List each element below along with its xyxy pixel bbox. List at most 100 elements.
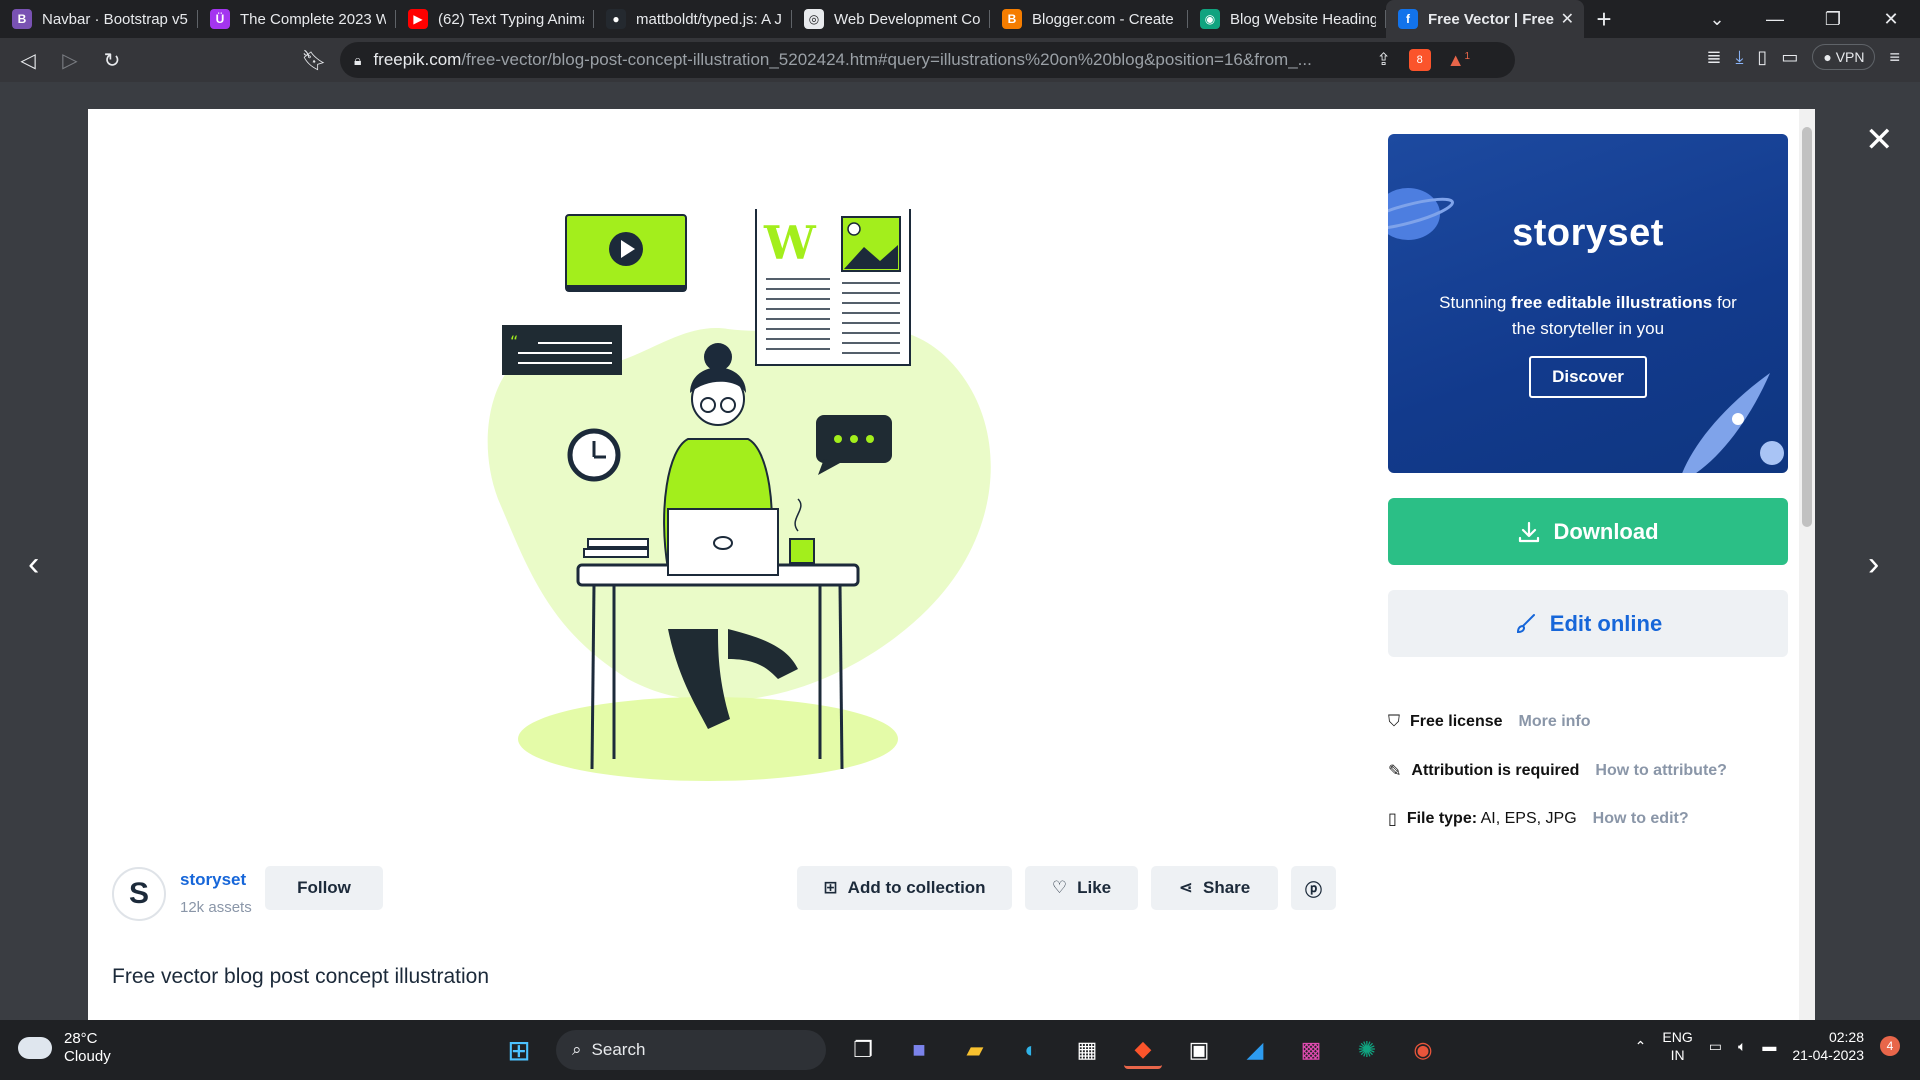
tab-strip: B Navbar · Bootstrap v5.3 Ü The Complete 20… [0,0,1920,38]
toolbar-right: ≣ ⤓ ▯ ▭ ● VPN ≡ [1706,44,1900,70]
filetype-row: ▯ File type: AI, EPS, JPG How to edit? [1388,809,1689,829]
language-indicator[interactable]: ENG IN [1662,1028,1692,1064]
taskbar-search[interactable]: ⌕ Search [556,1030,826,1070]
system-tray: ⌃ ENG IN ▭ 🔈︎ ▬ 02:28 21-04-2023 4 [1635,1028,1900,1064]
maximize-button[interactable]: ❐ [1804,0,1862,38]
promo-tagline: Stunning free editable illustrations for… [1439,293,1737,338]
bootstrap-icon: B [12,9,32,29]
author-name[interactable]: storyset [180,870,246,890]
brave-shields-icon[interactable]: 8 [1408,49,1431,71]
teams-chat-icon[interactable]: ■ [900,1031,938,1069]
network-icon[interactable]: ▭ [1709,1038,1722,1055]
reload-button[interactable]: ↻ [92,42,132,78]
alert-badge: 1 [1464,50,1471,62]
svg-text:“: “ [510,332,518,351]
browser-tab[interactable]: f Free Vector | Free v ✕ [1386,0,1584,38]
lock-icon: 🔒︎ [354,51,362,68]
attribution-label: Attribution is required [1411,762,1580,779]
battery-icon[interactable]: ▬ [1762,1038,1776,1054]
browser-tab[interactable]: B Navbar · Bootstrap v5.3 [0,0,198,38]
store-icon[interactable]: ▦ [1068,1031,1106,1069]
file-icon: ▯ [1388,811,1397,828]
close-tab-icon[interactable]: ✕ [1561,9,1574,29]
windows-start-icon[interactable]: ⊞ [500,1031,538,1069]
how-to-edit-link[interactable]: How to edit? [1593,810,1689,828]
vscode-icon[interactable]: ◢ [1236,1031,1274,1069]
more-info-link[interactable]: More info [1519,713,1591,731]
tab-search-icon[interactable]: ⌄ [1688,0,1746,38]
follow-button[interactable]: Follow [265,866,383,910]
minimize-button[interactable]: — [1746,0,1804,38]
browser-tab[interactable]: B Blogger.com - Create a [990,0,1188,38]
license-row: ⛉ Free license More info [1388,713,1591,731]
notification-badge[interactable]: 4 [1880,1036,1900,1056]
sidebar-icon[interactable]: ▯ [1757,47,1767,68]
vpn-label: VPN [1835,49,1865,65]
new-tab-button[interactable]: + [1584,0,1624,38]
close-modal-icon[interactable]: ✕ [1865,120,1894,160]
next-arrow-icon[interactable]: › [1868,545,1879,584]
brave-icon[interactable]: ◆ [1124,1031,1162,1069]
close-window-button[interactable]: ✕ [1862,0,1920,38]
terminal-icon[interactable]: ▣ [1180,1031,1218,1069]
like-label: Like [1077,878,1112,897]
how-to-attribute-link[interactable]: How to attribute? [1595,762,1727,780]
chevron-up-icon[interactable]: ⌃ [1635,1038,1647,1055]
clock[interactable]: 02:28 21-04-2023 [1792,1028,1864,1064]
browser-toolbar: ◁ ▷ ↻ 🔖︎ 🔒︎ freepik.com/free-vector/blog… [0,38,1920,82]
browser-tab[interactable]: ◎ Web Development Cou [792,0,990,38]
download-button[interactable]: Download [1388,498,1788,565]
edit-online-button[interactable]: Edit online [1388,590,1788,657]
chatgpt-app-icon[interactable]: ✺ [1348,1031,1386,1069]
bookmark-icon[interactable]: 🔖︎ [294,42,334,78]
browser-tab[interactable]: ● mattboldt/typed.js: A J [594,0,792,38]
menu-icon[interactable]: ≡ [1889,47,1900,68]
follow-label: Follow [297,878,351,897]
address-bar[interactable]: 🔒︎ freepik.com/free-vector/blog-post-con… [340,42,1515,78]
attribution-row: ✎ Attribution is required How to attribu… [1388,761,1727,781]
vpn-button[interactable]: ● VPN [1812,44,1876,70]
author-avatar[interactable]: S [112,867,166,921]
tab-label: Free Vector | Free v [1428,10,1555,28]
previous-arrow-icon[interactable]: ‹ [28,545,39,584]
share-page-icon[interactable]: ⇪ [1376,50,1390,70]
edge-icon[interactable]: ◐ [1012,1031,1050,1069]
collection-plus-icon: ⊞ [823,878,838,897]
browser-tab[interactable]: ◉ Blog Website Headings [1188,0,1386,38]
weather-widget[interactable]: 28°C Cloudy [18,1030,111,1066]
wallet-icon[interactable]: ▭ [1781,47,1798,68]
youtube-icon: ▶ [408,9,428,29]
storyset-promo-banner[interactable]: storyset Stunning free editable illustra… [1388,134,1788,473]
tab-label: Blogger.com - Create a [1032,10,1178,28]
pinterest-button[interactable]: ⓟ [1291,866,1336,910]
brave-rewards-icon[interactable]: ▲1 [1447,50,1470,71]
discover-button[interactable]: Discover [1529,356,1647,398]
task-view-icon[interactable]: ❐ [844,1031,882,1069]
browser-tab[interactable]: ▶ (62) Text Typing Animati [396,0,594,38]
url-path: /free-vector/blog-post-concept-illustrat… [461,50,1312,69]
add-to-collection-button[interactable]: ⊞ Add to collection [797,866,1012,910]
like-button[interactable]: ♡ Like [1025,866,1138,910]
forward-button[interactable]: ▷ [50,42,90,78]
edit-online-label: Edit online [1549,610,1663,636]
tab-label: The Complete 2023 Web [240,10,386,28]
author-assets-count: 12k assets [180,899,252,916]
shield-check-icon: ⛉ [1388,713,1401,730]
share-button[interactable]: ⋖ Share [1151,866,1278,910]
search-icon: ⌕ [572,1040,582,1059]
volume-icon[interactable]: 🔈︎ [1738,1038,1746,1055]
intellij-icon[interactable]: ▩ [1292,1031,1330,1069]
browser-tab[interactable]: Ü The Complete 2023 Web [198,0,396,38]
chrome-icon[interactable]: ◉ [1404,1031,1442,1069]
scroll-thumb[interactable] [1802,127,1812,527]
pinterest-icon: ⓟ [1305,880,1322,900]
modal-scrollbar[interactable] [1799,109,1815,1020]
download-icon [1519,521,1540,542]
tab-label: Blog Website Headings [1230,10,1376,28]
file-explorer-icon[interactable]: ▰ [956,1031,994,1069]
playlist-icon[interactable]: ≣ [1706,47,1721,68]
downloads-icon[interactable]: ⤓ [1735,47,1743,68]
storyset-logo: storyset [1512,212,1664,254]
udemy-icon: Ü [210,9,230,29]
back-button[interactable]: ◁ [8,42,48,78]
